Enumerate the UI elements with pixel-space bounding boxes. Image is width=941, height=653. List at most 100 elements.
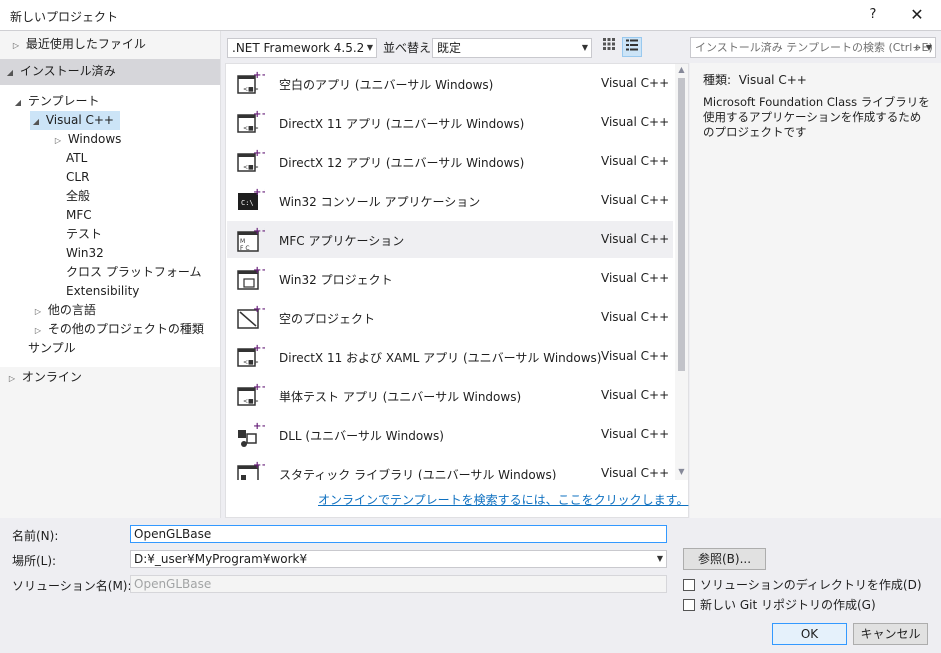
- tree-node-visual-cpp[interactable]: ◢ Visual C++: [30, 111, 120, 130]
- create-directory-checkbox[interactable]: ソリューションのディレクトリを作成(D): [683, 576, 922, 593]
- win32-project-icon: ++: [235, 264, 270, 294]
- template-row[interactable]: ++ 空のプロジェクト Visual C++: [227, 299, 673, 336]
- collapse-arrow-icon[interactable]: ◢: [4, 63, 16, 82]
- tree-node-atl[interactable]: ATL: [66, 149, 87, 168]
- template-description: Microsoft Foundation Class ライブラリを使用するアプリ…: [703, 95, 930, 139]
- svg-text:++: ++: [253, 109, 265, 120]
- scroll-thumb[interactable]: [678, 78, 685, 371]
- help-button[interactable]: ?: [858, 3, 888, 27]
- template-kind: 種類: Visual C++: [703, 71, 807, 88]
- close-button[interactable]: ✕: [902, 3, 932, 27]
- scroll-up-icon[interactable]: ▲: [675, 64, 688, 76]
- chevron-down-icon[interactable]: ▼: [657, 551, 663, 567]
- template-row[interactable]: <■> ++ 空白のアプリ (ユニバーサル Windows) Visual C++: [227, 65, 673, 102]
- template-name: 単体テスト アプリ (ユニバーサル Windows): [279, 390, 522, 404]
- svg-text:++: ++: [253, 226, 265, 237]
- kind-value: Visual C++: [738, 73, 807, 87]
- template-row[interactable]: <■> ++ DirectX 12 アプリ (ユニバーサル Windows) Visu…: [227, 143, 673, 180]
- template-language: Visual C++: [601, 232, 670, 246]
- tree-node-installed[interactable]: ◢ インストール済み: [4, 62, 116, 81]
- template-row[interactable]: ++ Win32 プロジェクト Visual C++: [227, 260, 673, 297]
- tree-node-windows[interactable]: ▷ Windows: [52, 130, 121, 149]
- title-bar: 新しいプロジェクト ? ✕: [0, 0, 941, 31]
- location-label: 場所(L):: [12, 554, 57, 568]
- tree-node-recent[interactable]: ▷ 最近使用したファイル: [10, 35, 146, 54]
- template-row[interactable]: ++ スタティック ライブラリ (ユニバーサル Windows) Visual C+…: [227, 455, 673, 480]
- template-row[interactable]: <■> ++ DirectX 11 アプリ (ユニバーサル Windows) Visu…: [227, 104, 673, 141]
- tree-node-templates[interactable]: ◢ テンプレート: [12, 92, 100, 112]
- sort-label: 並べ替え:: [383, 41, 436, 55]
- solution-name-input: OpenGLBase: [130, 575, 667, 593]
- tree-node-samples[interactable]: サンプル: [28, 339, 76, 358]
- cancel-button[interactable]: キャンセル: [853, 623, 928, 645]
- checkbox-box[interactable]: [683, 599, 695, 611]
- svg-text:C:\: C:\: [241, 199, 254, 207]
- list-view-icon[interactable]: [622, 37, 642, 57]
- template-name: DLL (ユニバーサル Windows): [279, 429, 444, 443]
- tree-node-test[interactable]: テスト: [66, 225, 102, 244]
- chevron-down-icon: ▼: [581, 43, 588, 52]
- svg-text:++: ++: [253, 460, 265, 471]
- tree-node-general[interactable]: 全般: [66, 187, 90, 206]
- template-name: スタティック ライブラリ (ユニバーサル Windows): [279, 468, 557, 480]
- git-repo-checkbox[interactable]: 新しい Git リポジトリの作成(G): [683, 596, 876, 613]
- project-form: 名前(N): OpenGLBase 場所(L): D:¥_user¥MyProg…: [0, 518, 941, 653]
- expand-arrow-icon[interactable]: ▷: [6, 369, 18, 388]
- template-info-pane: 種類: Visual C++ Microsoft Foundation Clas…: [690, 63, 941, 518]
- expand-arrow-icon[interactable]: ▷: [10, 36, 22, 55]
- template-language: Visual C++: [601, 154, 670, 168]
- template-name: 空白のアプリ (ユニバーサル Windows): [279, 78, 494, 92]
- template-row[interactable]: C:\++ Win32 コンソール アプリケーション Visual C++: [227, 182, 673, 219]
- template-row[interactable]: <■> ++ 単体テスト アプリ (ユニバーサル Windows) Visual C+…: [227, 377, 673, 414]
- expand-arrow-icon[interactable]: ▷: [32, 302, 44, 321]
- template-row[interactable]: MF C ++ MFC アプリケーション Visual C++: [227, 221, 673, 258]
- tree-node-online[interactable]: ▷ オンライン: [6, 368, 82, 387]
- browse-button[interactable]: 参照(B)...: [683, 548, 766, 570]
- svg-text:<■>: <■>: [243, 164, 259, 171]
- search-icon[interactable]: ⌕: [914, 38, 921, 57]
- svg-text:++: ++: [253, 343, 265, 354]
- tree-node-clr[interactable]: CLR: [66, 168, 89, 187]
- collapse-arrow-icon[interactable]: ◢: [30, 112, 42, 131]
- online-search-link[interactable]: オンラインでテンプレートを検索するには、ここをクリックします。: [318, 491, 688, 508]
- svg-text:<■>: <■>: [243, 86, 259, 93]
- uwp-app-icon: <■> ++: [235, 108, 270, 138]
- scroll-down-icon[interactable]: ▼: [675, 466, 688, 478]
- template-language: Visual C++: [601, 76, 670, 90]
- tree-node-extensibility[interactable]: Extensibility: [66, 282, 139, 301]
- name-input[interactable]: OpenGLBase: [130, 525, 667, 543]
- tree-node-other-languages[interactable]: ▷ 他の言語: [32, 301, 96, 320]
- chevron-down-icon[interactable]: ▼: [926, 38, 932, 57]
- uwp-app-icon: <■> ++: [235, 342, 270, 372]
- framework-value: .NET Framework 4.5.2: [232, 41, 365, 55]
- vertical-scrollbar[interactable]: ▲ ▼: [675, 64, 688, 480]
- uwp-app-icon: <■> ++: [235, 69, 270, 99]
- svg-text:<■>: <■>: [243, 359, 259, 366]
- location-combo[interactable]: D:¥_user¥MyProgram¥work¥ ▼: [130, 550, 667, 568]
- template-language: Visual C++: [601, 427, 670, 441]
- template-row[interactable]: ++ DLL (ユニバーサル Windows) Visual C++: [227, 416, 673, 453]
- template-language: Visual C++: [601, 310, 670, 324]
- tree-node-cross-platform[interactable]: クロス プラットフォーム: [66, 263, 201, 282]
- template-row[interactable]: <■> ++ DirectX 11 および XAML アプリ (ユニバーサル Win…: [227, 338, 673, 375]
- tree-node-win32[interactable]: Win32: [66, 244, 104, 263]
- template-name: Win32 コンソール アプリケーション: [279, 195, 481, 209]
- svg-text:++: ++: [253, 382, 265, 393]
- expand-arrow-icon[interactable]: ▷: [52, 131, 64, 150]
- expand-arrow-icon[interactable]: ▷: [32, 321, 44, 340]
- tree-node-other-project-types[interactable]: ▷ その他のプロジェクトの種類: [32, 320, 204, 339]
- svg-text:++: ++: [253, 265, 265, 276]
- template-language: Visual C++: [601, 349, 670, 363]
- checkbox-box[interactable]: [683, 579, 695, 591]
- name-label: 名前(N):: [12, 529, 59, 543]
- kind-label: 種類:: [703, 73, 732, 87]
- framework-dropdown[interactable]: .NET Framework 4.5.2 ▼: [227, 38, 377, 58]
- tree-node-mfc[interactable]: MFC: [66, 206, 92, 225]
- collapse-arrow-icon[interactable]: ◢: [12, 93, 24, 112]
- small-icons-view-icon[interactable]: [599, 37, 619, 57]
- template-search-input[interactable]: インストール済み テンプレートの検索 (Ctrl+E) ⌕ ▼: [690, 37, 936, 58]
- ok-button[interactable]: OK: [772, 623, 847, 645]
- template-name: DirectX 11 および XAML アプリ (ユニバーサル Windows): [279, 351, 602, 365]
- sort-dropdown[interactable]: 既定 ▼: [432, 38, 592, 58]
- template-language: Visual C++: [601, 466, 670, 480]
